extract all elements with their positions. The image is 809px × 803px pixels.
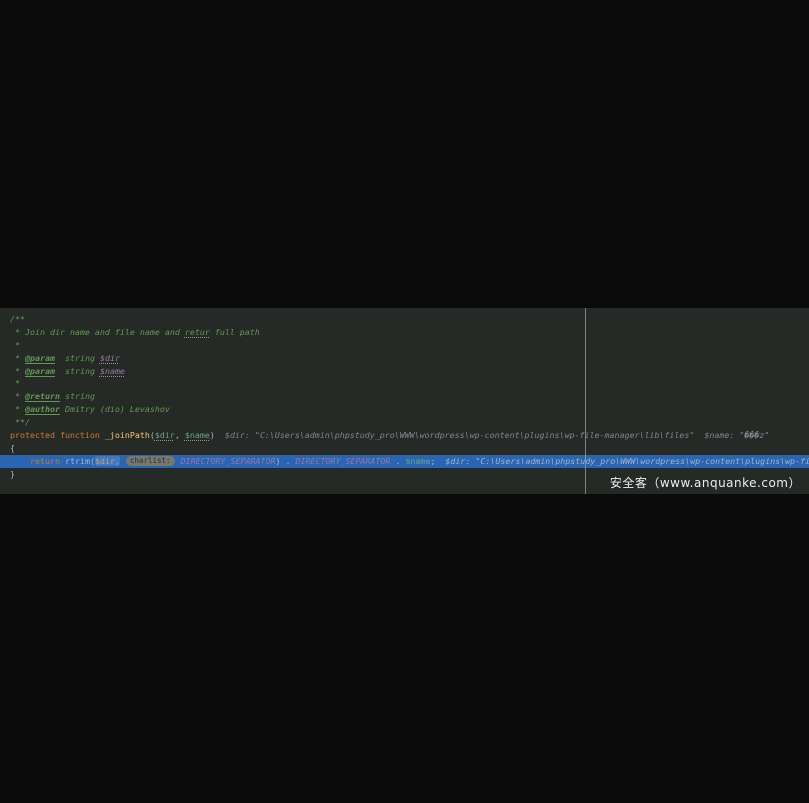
param-name-hint-chip: charlist: — [126, 456, 175, 466]
code-token: return — [30, 456, 60, 466]
code-token: } — [10, 469, 15, 479]
code-token: $name — [185, 430, 210, 440]
code-line-doc-blank-2: * — [0, 377, 809, 390]
code-token: retur — [185, 327, 210, 337]
code-line-doc-close: **/ — [0, 416, 809, 429]
code-line-doc-param-name: * @param string $name — [0, 365, 809, 378]
code-token: @return — [25, 391, 60, 401]
code-token: , — [175, 430, 185, 440]
code-line-doc-author: * @author Dmitry (dio) Levashov — [0, 403, 809, 416]
code-token: @param — [25, 366, 55, 376]
code-line-function-signature: protected function _joinPath($dir, $name… — [0, 429, 809, 442]
code-token: . — [281, 456, 296, 466]
code-token: string — [55, 366, 100, 376]
code-line-doc-param-dir: * @param string $dir — [0, 352, 809, 365]
code-token: * Join dir name and file name and — [10, 327, 185, 337]
anquanke-watermark: 安全客（www.anquanke.com） — [610, 474, 801, 491]
code-token: rtrim — [65, 456, 90, 466]
code-token: @author — [25, 404, 60, 414]
code-token — [10, 456, 30, 466]
code-token: string — [60, 391, 95, 401]
code-line-doc-return: * @return string — [0, 390, 809, 403]
code-token: * — [10, 366, 25, 376]
code-token: **/ — [10, 417, 30, 427]
code-line-open-brace: { — [0, 442, 809, 455]
code-token: string — [55, 353, 100, 363]
code-token: $dir — [155, 430, 175, 440]
code-token: $name — [405, 456, 430, 466]
code-token: * — [10, 340, 20, 350]
code-token: DIRECTORY_SEPARATOR — [296, 456, 391, 466]
code-token: @param — [25, 353, 55, 363]
debug-execution-line: return rtrim($dir, charlist: DIRECTORY_S… — [0, 455, 809, 468]
debugger-inline-value: $dir: "C:\Users\admin\phpstudy_pro\WWW\w… — [435, 456, 809, 466]
code-token: _joinPath — [105, 430, 150, 440]
code-token: * — [10, 404, 25, 414]
code-token — [120, 456, 125, 466]
code-token: * — [10, 378, 20, 388]
code-lines-container: /** * Join dir name and file name and re… — [0, 308, 809, 481]
code-token: full path — [210, 327, 260, 337]
code-line-doc-blank: * — [0, 339, 809, 352]
code-token: /** — [10, 314, 25, 324]
code-token: { — [10, 443, 15, 453]
margin-guide-line — [585, 308, 586, 494]
code-token: DIRECTORY_SEPARATOR — [181, 456, 276, 466]
code-line-doc-open: /** — [0, 313, 809, 326]
code-editor[interactable]: /** * Join dir name and file name and re… — [0, 308, 809, 494]
code-token: $dir, — [95, 456, 120, 466]
code-token: Dmitry (dio) Levashov — [60, 404, 170, 414]
code-token: * — [10, 391, 25, 401]
code-token: $dir — [100, 353, 120, 363]
code-token: . — [390, 456, 405, 466]
code-token: protected function — [10, 430, 105, 440]
code-token: $name — [100, 366, 125, 376]
debugger-inline-value: $dir: "C:\Users\admin\phpstudy_pro\WWW\w… — [215, 430, 769, 440]
code-line-doc-summary: * Join dir name and file name and retur … — [0, 326, 809, 339]
code-token: * — [10, 353, 25, 363]
